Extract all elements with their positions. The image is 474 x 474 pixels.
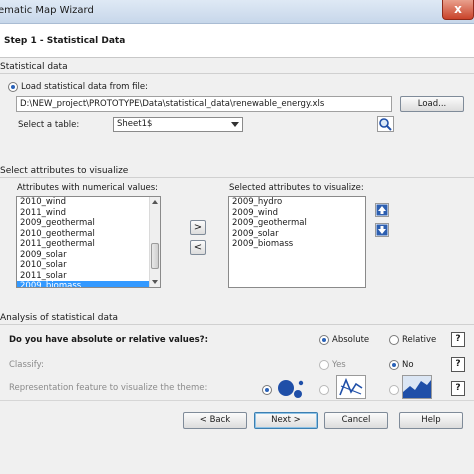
list-item[interactable]: 2009_hydro: [229, 197, 365, 208]
lines-option[interactable]: [336, 375, 366, 399]
step-header: Step 1 - Statistical Data: [0, 24, 474, 58]
proportional-symbols-option[interactable]: [276, 374, 306, 400]
lines-radio[interactable]: [319, 385, 329, 395]
search-table-button[interactable]: [377, 116, 394, 132]
representation-label: Representation feature to visualize the …: [9, 383, 208, 393]
statistical-data-section-label: Statistical data: [0, 62, 68, 72]
next-button[interactable]: Next >: [254, 412, 318, 429]
classify-no-radio[interactable]: [389, 360, 399, 370]
proportional-symbols-radio[interactable]: [262, 385, 272, 395]
numerical-attributes-items: 2010_wind 2011_wind 2009_geothermal 2010_ge…: [17, 197, 160, 287]
relative-label: Relative: [402, 335, 437, 345]
relative-radio[interactable]: [389, 335, 399, 345]
chevron-down-icon: [231, 122, 239, 127]
footer-bar: < Back Next > Cancel Help: [0, 400, 474, 474]
list-item[interactable]: 2011_solar: [17, 271, 160, 282]
arrow-down-icon: [376, 224, 388, 236]
classify-help-button[interactable]: ?: [451, 357, 465, 372]
classify-no-label: No: [402, 360, 414, 370]
cancel-button[interactable]: Cancel: [324, 412, 388, 429]
scroll-up-icon[interactable]: [152, 200, 158, 204]
classify-yes-label: Yes: [332, 360, 346, 370]
analysis-section-label: Analysis of statistical data: [0, 313, 119, 323]
divider: [0, 324, 474, 325]
load-from-file-label: Load statistical data from file:: [21, 82, 148, 92]
divider: [0, 177, 474, 178]
selected-attributes-list[interactable]: 2009_hydro 2009_wind 2009_geothermal 2009_s…: [228, 196, 366, 288]
values-help-button[interactable]: ?: [451, 332, 465, 347]
absolute-radio[interactable]: [319, 335, 329, 345]
list-item[interactable]: 2009_wind: [229, 208, 365, 219]
list-item[interactable]: 2009_solar: [17, 250, 160, 261]
step-title: Step 1 - Statistical Data: [4, 36, 126, 46]
selected-attributes-items: 2009_hydro 2009_wind 2009_geothermal 2009_s…: [229, 197, 365, 250]
values-question-label: Do you have absolute or relative values?…: [9, 335, 209, 345]
load-button[interactable]: Load...: [400, 96, 464, 112]
load-from-file-radio[interactable]: [8, 82, 18, 92]
wizard-window: ematic Map Wizard x Step 1 - Statistical…: [0, 0, 474, 474]
title-bar: ematic Map Wizard x: [0, 0, 474, 24]
back-button[interactable]: < Back: [183, 412, 247, 429]
remove-attribute-button[interactable]: <: [190, 240, 206, 255]
table-select-value: Sheet1$: [117, 119, 153, 129]
proportional-circles-icon: [278, 380, 304, 398]
list-item[interactable]: 2010_wind: [17, 197, 160, 208]
help-button[interactable]: Help: [399, 412, 463, 429]
scroll-thumb[interactable]: [151, 242, 159, 269]
list-item[interactable]: 2009_solar: [229, 229, 365, 240]
classify-label: Classify:: [9, 360, 44, 370]
window-title: ematic Map Wizard: [0, 5, 94, 16]
list-item[interactable]: 2009_biomass: [229, 239, 365, 250]
area-radio[interactable]: [389, 385, 399, 395]
list-scrollbar[interactable]: [149, 197, 160, 287]
move-down-button[interactable]: [375, 223, 389, 237]
absolute-label: Absolute: [332, 335, 370, 345]
list-item[interactable]: 2011_geothermal: [17, 239, 160, 250]
close-button[interactable]: x: [442, 0, 474, 20]
list-item[interactable]: 2011_wind: [17, 208, 160, 219]
add-attribute-button[interactable]: >: [190, 220, 206, 235]
divider: [0, 73, 474, 74]
selected-attributes-label: Selected attributes to visualize:: [229, 183, 364, 193]
area-chart-icon: [403, 376, 431, 398]
scroll-down-icon[interactable]: [152, 280, 158, 284]
flow-lines-icon: [339, 377, 363, 396]
select-table-label: Select a table:: [18, 120, 80, 130]
numerical-attributes-label: Attributes with numerical values:: [17, 183, 158, 193]
file-path-input[interactable]: D:\NEW_project\PROTOTYPE\Data\statistica…: [16, 96, 392, 112]
area-option[interactable]: [402, 375, 432, 399]
move-up-button[interactable]: [375, 203, 389, 217]
select-attributes-section-label: Select attributes to visualize: [0, 166, 129, 176]
list-item[interactable]: 2009_biomass: [17, 281, 160, 287]
classify-yes-radio[interactable]: [319, 360, 329, 370]
table-select[interactable]: Sheet1$: [113, 117, 243, 132]
arrow-up-icon: [376, 204, 388, 216]
representation-help-button[interactable]: ?: [451, 381, 465, 396]
numerical-attributes-list[interactable]: 2010_wind 2011_wind 2009_geothermal 2010_ge…: [16, 196, 161, 288]
list-item[interactable]: 2010_geothermal: [17, 229, 160, 240]
list-item[interactable]: 2009_geothermal: [17, 218, 160, 229]
magnifier-icon: [379, 118, 392, 131]
list-item[interactable]: 2009_geothermal: [229, 218, 365, 229]
list-item[interactable]: 2010_solar: [17, 260, 160, 271]
